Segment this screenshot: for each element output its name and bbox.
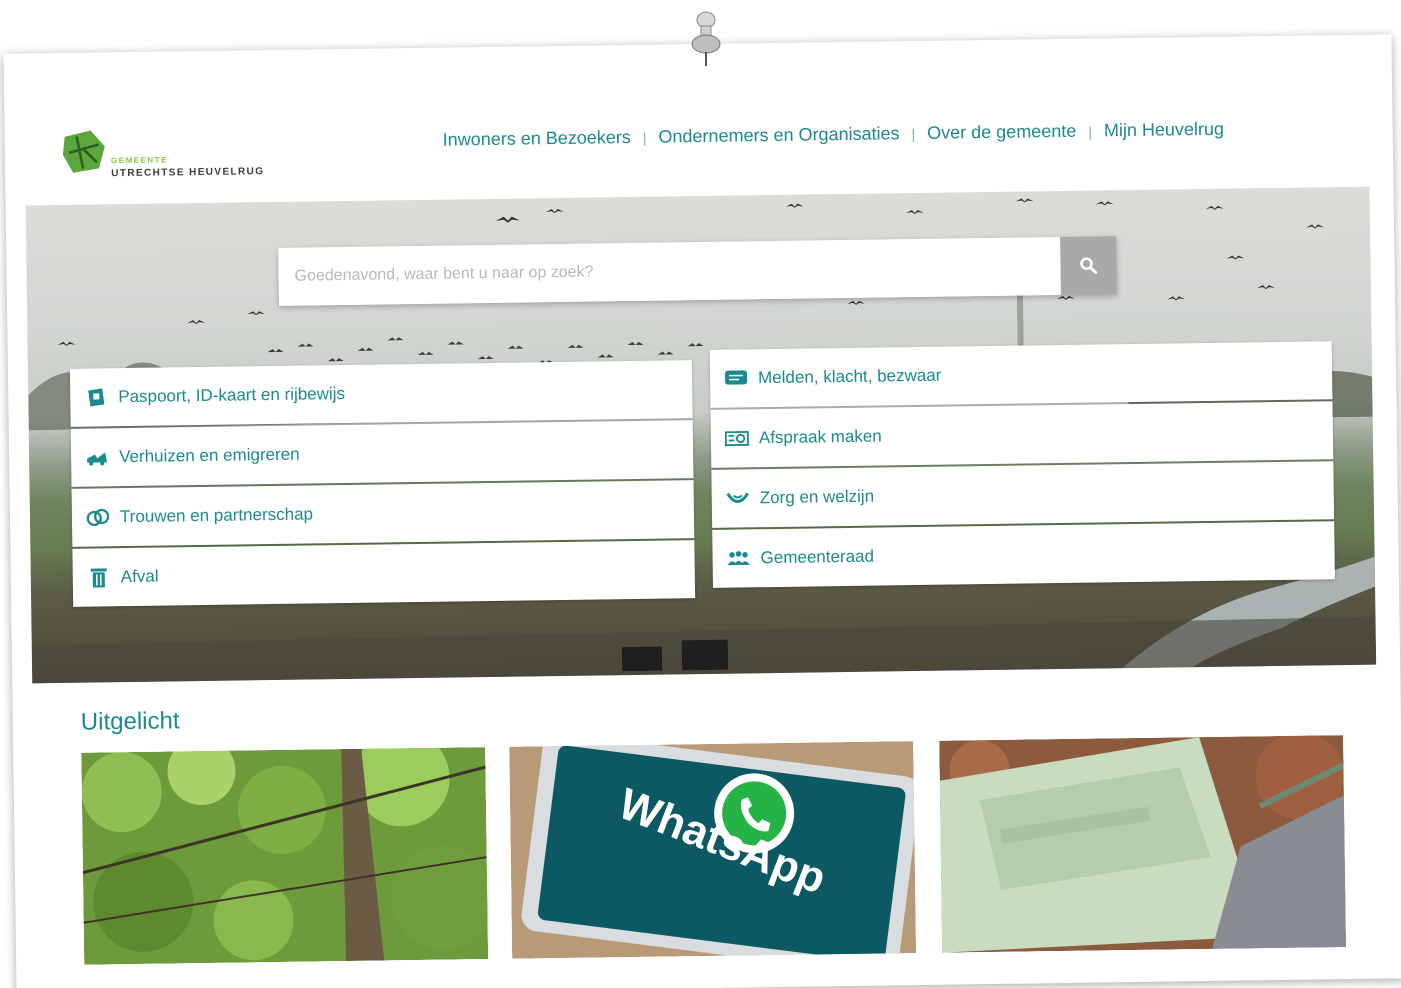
council-people-icon xyxy=(726,546,750,570)
site-logo[interactable]: GEMEENTE UTRECHTSE HEUVELRUG xyxy=(61,126,302,189)
tree-leaves-image xyxy=(81,747,489,965)
search-input[interactable] xyxy=(278,237,1061,306)
featured-card-whatsapp[interactable]: WhatsApp xyxy=(509,741,917,959)
whatsapp-phone-image: WhatsApp xyxy=(509,741,917,959)
featured-title: Uitgelicht xyxy=(80,707,180,736)
push-pin-icon xyxy=(691,11,721,66)
tile-label: Melden, klacht, bezwaar xyxy=(757,365,942,388)
search-icon xyxy=(1080,257,1098,275)
nav-over-gemeente[interactable]: Over de gemeente xyxy=(927,121,1076,144)
logo-title: UTRECHTSE HEUVELRUG xyxy=(111,166,265,180)
tile-afspraak[interactable]: Afspraak maken xyxy=(710,401,1334,468)
nav-separator: | xyxy=(642,129,647,146)
search-bar xyxy=(278,236,1117,306)
id-card-icon xyxy=(84,385,108,409)
rings-icon xyxy=(86,505,110,529)
green-waste-bin-image xyxy=(939,735,1347,953)
nav-separator: | xyxy=(911,125,916,142)
tile-label: Afval xyxy=(120,566,159,587)
moving-truck-icon xyxy=(85,445,109,469)
main-navigation: Inwoners en Bezoekers | Ondernemers en O… xyxy=(443,119,1225,151)
tile-label: Zorg en welzijn xyxy=(759,486,875,508)
logo-subtitle: GEMEENTE xyxy=(110,155,168,166)
page: GEMEENTE UTRECHTSE HEUVELRUG Inwoners en… xyxy=(0,0,1401,988)
featured-card-green-bin[interactable] xyxy=(939,735,1347,953)
tile-label: Afspraak maken xyxy=(758,426,882,448)
tile-verhuizen[interactable]: Verhuizen en emigreren xyxy=(70,420,694,487)
message-icon xyxy=(724,366,748,390)
nav-ondernemers[interactable]: Ondernemers en Organisaties xyxy=(658,123,899,147)
nav-mijn-heuvelrug[interactable]: Mijn Heuvelrug xyxy=(1104,119,1224,142)
tile-melden[interactable]: Melden, klacht, bezwaar xyxy=(709,341,1333,408)
tile-label: Verhuizen en emigreren xyxy=(118,444,300,467)
nav-separator: | xyxy=(1088,123,1093,140)
tile-paspoort[interactable]: Paspoort, ID-kaart en rijbewijs xyxy=(69,360,693,427)
hero-banner: Paspoort, ID-kaart en rijbewijs Verhuize… xyxy=(25,186,1377,684)
appointment-icon xyxy=(724,426,750,450)
quick-links: Paspoort, ID-kaart en rijbewijs Verhuize… xyxy=(69,341,1337,609)
featured-card-tree[interactable] xyxy=(81,747,489,965)
nav-inwoners[interactable]: Inwoners en Bezoekers xyxy=(443,127,631,151)
tile-label: Trouwen en partnerschap xyxy=(119,504,314,527)
care-hands-icon xyxy=(726,486,750,510)
tile-zorg[interactable]: Zorg en welzijn xyxy=(711,461,1335,528)
tile-label: Gemeenteraad xyxy=(760,546,875,568)
featured-cards: WhatsApp xyxy=(81,735,1347,971)
search-button[interactable] xyxy=(1060,236,1117,295)
tile-trouwen[interactable]: Trouwen en partnerschap xyxy=(71,480,695,547)
leaf-logo-icon xyxy=(62,130,105,173)
website-printout: GEMEENTE UTRECHTSE HEUVELRUG Inwoners en… xyxy=(3,34,1401,988)
trash-icon xyxy=(87,565,111,589)
tile-afval[interactable]: Afval xyxy=(72,540,696,607)
tile-label: Paspoort, ID-kaart en rijbewijs xyxy=(118,384,346,407)
tile-gemeenteraad[interactable]: Gemeenteraad xyxy=(712,521,1335,588)
